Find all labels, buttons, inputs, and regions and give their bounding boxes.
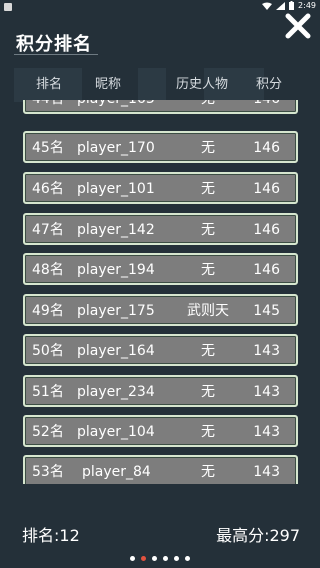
header-rank: 排名 <box>35 77 62 92</box>
best-score: 最高分:297 <box>216 526 300 545</box>
row-nickname: player_101 <box>77 181 155 197</box>
row-score: 143 <box>253 343 280 359</box>
status-bar: 2:49 <box>0 0 320 14</box>
page-dot[interactable] <box>163 556 168 561</box>
row-nickname: player_163 <box>77 100 155 108</box>
page-indicator <box>0 556 320 566</box>
row-nickname: player_194 <box>77 262 155 278</box>
row-rank: 50名 <box>32 343 64 359</box>
ranking-row[interactable]: 46名 player_101 无 146 <box>23 172 298 204</box>
row-historical-figure: 无 <box>201 262 215 278</box>
header-bg-nickname <box>138 68 166 102</box>
row-score: 143 <box>253 424 280 440</box>
page-dot[interactable] <box>174 556 179 561</box>
page-dot-active[interactable] <box>141 556 146 561</box>
status-right: 2:49 <box>262 1 316 10</box>
battery-icon <box>289 1 295 10</box>
row-nickname: player_170 <box>77 140 155 156</box>
ranking-row[interactable]: 45名 player_170 无 146 <box>23 131 298 163</box>
row-score: 146 <box>253 222 280 238</box>
row-nickname: player_84 <box>82 464 151 480</box>
row-historical-figure: 无 <box>201 181 215 197</box>
ranking-row[interactable]: 51名 player_234 无 143 <box>23 375 298 407</box>
row-nickname: player_142 <box>77 222 155 238</box>
status-time: 2:49 <box>298 1 316 10</box>
wifi-icon <box>262 2 273 10</box>
header-score: 积分 <box>255 77 282 92</box>
ranking-row[interactable]: 48名 player_194 无 146 <box>23 253 298 285</box>
row-nickname: player_164 <box>77 343 155 359</box>
header-nickname: 昵称 <box>94 77 121 92</box>
row-rank: 46名 <box>32 181 64 197</box>
row-historical-figure: 无 <box>181 100 235 108</box>
row-historical-figure: 无 <box>201 222 215 238</box>
ranking-row[interactable]: 44名 player_163 无 146 <box>23 100 298 114</box>
row-score: 146 <box>253 100 280 108</box>
row-rank: 53名 <box>32 464 64 480</box>
row-historical-figure: 无 <box>201 140 215 156</box>
row-score: 146 <box>253 262 280 278</box>
ranking-row[interactable]: 50名 player_164 无 143 <box>23 334 298 366</box>
ranking-row[interactable]: 47名 player_142 无 146 <box>23 213 298 245</box>
row-historical-figure: 无 <box>201 424 215 440</box>
signal-icon <box>276 1 286 10</box>
row-score: 145 <box>253 303 280 319</box>
row-score: 146 <box>253 140 280 156</box>
ranking-row[interactable]: 49名 player_175 武则天 145 <box>23 294 298 326</box>
close-button[interactable] <box>284 12 312 40</box>
close-icon <box>285 13 311 39</box>
page-dot[interactable] <box>152 556 157 561</box>
row-score: 143 <box>253 464 280 480</box>
row-historical-figure: 武则天 <box>187 303 229 319</box>
row-rank: 51名 <box>32 384 64 400</box>
row-nickname: player_234 <box>77 384 155 400</box>
row-rank: 44名 <box>32 100 64 108</box>
row-rank: 47名 <box>32 222 64 238</box>
row-score: 146 <box>253 181 280 197</box>
page-dot[interactable] <box>185 556 190 561</box>
row-score: 143 <box>253 384 280 400</box>
title-underline <box>14 54 98 55</box>
page-title: 积分排名 <box>16 34 92 55</box>
row-rank: 49名 <box>32 303 64 319</box>
ranking-list[interactable]: 44名 player_163 无 146 45名 player_170 无 14… <box>0 100 320 484</box>
row-historical-figure: 无 <box>201 464 215 480</box>
header-historical-figure: 历史人物 <box>175 77 228 92</box>
row-historical-figure: 无 <box>201 384 215 400</box>
row-rank: 45名 <box>32 140 64 156</box>
ranking-row[interactable]: 53名 player_84 无 143 <box>23 455 298 484</box>
ranking-row[interactable]: 52名 player_104 无 143 <box>23 415 298 447</box>
row-nickname: player_104 <box>77 424 155 440</box>
notification-icon <box>4 3 12 11</box>
page-dot[interactable] <box>130 556 135 561</box>
row-nickname: player_175 <box>77 303 155 319</box>
row-historical-figure: 无 <box>201 343 215 359</box>
my-rank: 排名:12 <box>22 526 80 545</box>
row-rank: 52名 <box>32 424 64 440</box>
row-rank: 48名 <box>32 262 64 278</box>
